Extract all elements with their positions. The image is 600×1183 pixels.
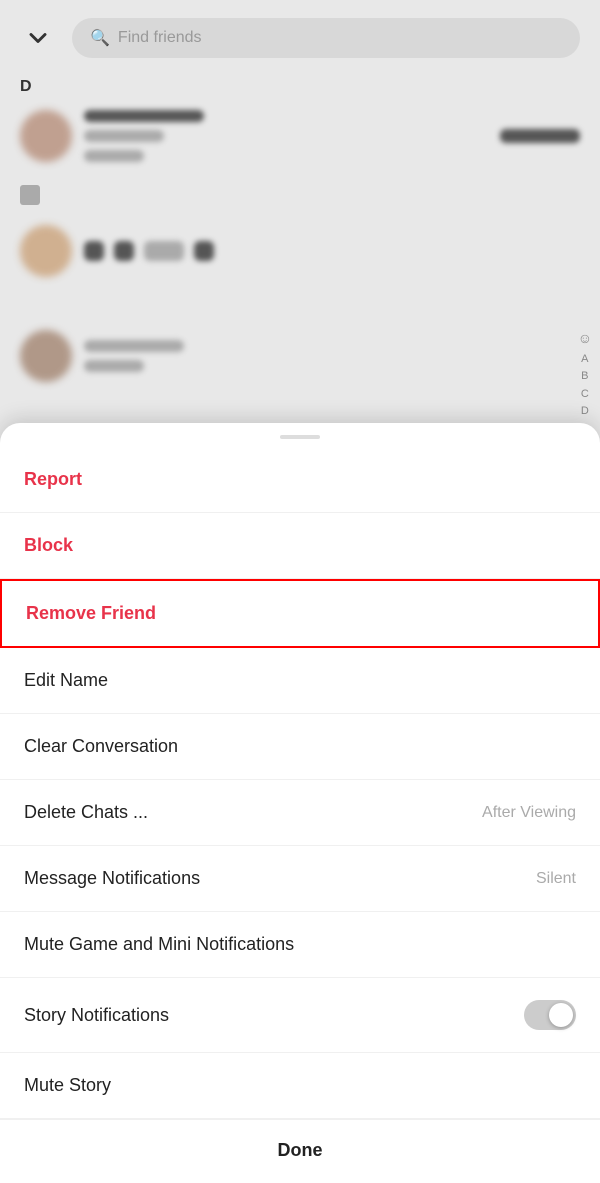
clear-conversation-label: Clear Conversation [24, 736, 178, 757]
chevron-down-icon[interactable] [20, 20, 56, 56]
mute-game-notifications-label: Mute Game and Mini Notifications [24, 934, 294, 955]
story-notifications-menu-item[interactable]: Story Notifications [0, 978, 600, 1053]
top-bar: 🔍 Find friends [0, 0, 600, 70]
index-letter-a[interactable]: A [581, 352, 588, 367]
list-item [0, 320, 600, 392]
delete-chats-menu-item[interactable]: Delete Chats ... After Viewing [0, 780, 600, 846]
name-blur [84, 110, 204, 122]
bottom-sheet: Report Block Remove Friend Edit Name Cle… [0, 423, 600, 1183]
action-blur [500, 129, 580, 143]
block-label: Block [24, 535, 73, 556]
message-notifications-label: Message Notifications [24, 868, 200, 889]
avatar [20, 110, 72, 162]
index-letter-b[interactable]: B [581, 369, 588, 384]
icon-blur [194, 241, 214, 261]
section-label-d: D [20, 78, 32, 96]
mute-story-label: Mute Story [24, 1075, 111, 1096]
message-notifications-menu-item[interactable]: Message Notifications Silent [0, 846, 600, 912]
index-letter-d[interactable]: D [581, 404, 589, 419]
message-notifications-value: Silent [536, 870, 576, 888]
clear-conversation-menu-item[interactable]: Clear Conversation [0, 714, 600, 780]
avatar [20, 225, 72, 277]
index-letters: ☺ A B C D [578, 330, 592, 420]
edit-name-label: Edit Name [24, 670, 108, 691]
icon-blur [84, 241, 104, 261]
avatar [20, 330, 72, 382]
detail-blur [84, 360, 144, 372]
subtitle-blur [84, 130, 164, 142]
mute-story-menu-item[interactable]: Mute Story [0, 1053, 600, 1119]
remove-friend-label: Remove Friend [26, 603, 156, 624]
block-menu-item[interactable]: Block [0, 513, 600, 579]
report-menu-item[interactable]: Report [0, 447, 600, 513]
done-label: Done [278, 1140, 323, 1161]
remove-friend-menu-item[interactable]: Remove Friend [0, 579, 600, 648]
small-avatar [20, 185, 40, 205]
detail-blur [84, 150, 144, 162]
search-bar[interactable]: 🔍 Find friends [72, 18, 580, 58]
search-icon: 🔍 [90, 28, 110, 48]
story-notifications-label: Story Notifications [24, 1005, 169, 1026]
toggle-knob [549, 1003, 573, 1027]
index-letter-c[interactable]: C [581, 387, 589, 402]
delete-chats-value: After Viewing [482, 804, 576, 822]
edit-name-menu-item[interactable]: Edit Name [0, 648, 600, 714]
list-item [0, 100, 600, 172]
delete-chats-label: Delete Chats ... [24, 802, 148, 823]
search-placeholder: Find friends [118, 29, 202, 47]
icon-blur [114, 241, 134, 261]
emoji-icon: ☺ [578, 330, 592, 346]
done-button[interactable]: Done [0, 1119, 600, 1181]
list-item [0, 215, 600, 287]
story-notifications-toggle[interactable] [524, 1000, 576, 1030]
report-label: Report [24, 469, 82, 490]
mute-game-notifications-menu-item[interactable]: Mute Game and Mini Notifications [0, 912, 600, 978]
pull-handle [280, 435, 320, 439]
icon-blur [144, 241, 184, 261]
name-blur [84, 340, 184, 352]
